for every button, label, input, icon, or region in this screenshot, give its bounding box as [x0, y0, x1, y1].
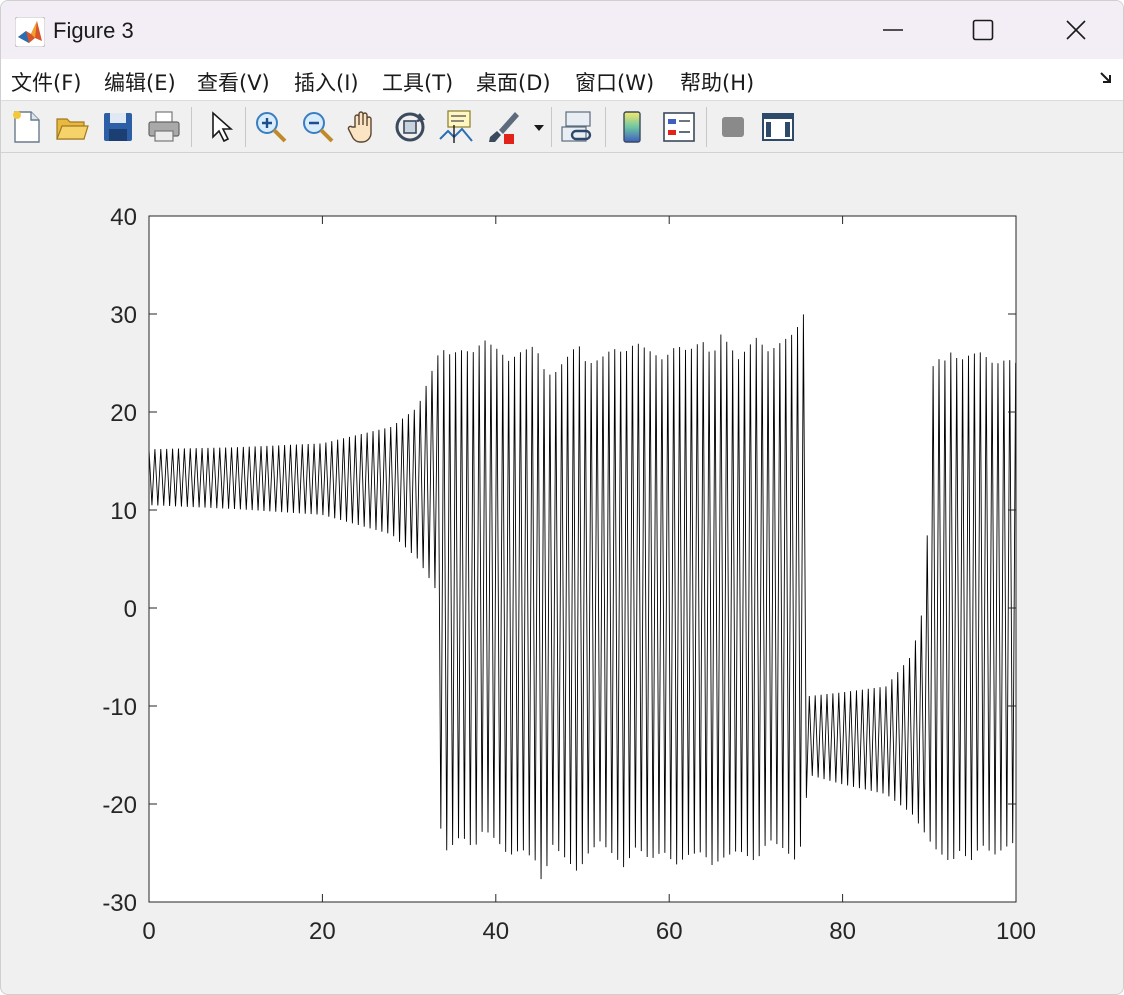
x-tick-label: 60	[656, 918, 683, 945]
figure-plot[interactable]: 0 20 40 60 80 100 -30 -20 -10 0 10 20 30 40	[1, 1, 1124, 995]
figure-window: Figure 3 文件(F) 编辑(E) 查看(V) 插入(I) 工具(T) 桌…	[0, 0, 1124, 995]
y-tick-label: -30	[102, 890, 137, 917]
x-tick-label: 100	[996, 918, 1036, 945]
x-tick-label: 40	[482, 918, 509, 945]
y-tick-label: -10	[102, 694, 137, 721]
y-tick-label: 40	[110, 204, 137, 231]
x-tick-label: 0	[142, 918, 155, 945]
x-tick-label: 20	[309, 918, 336, 945]
y-tick-label: 30	[110, 302, 137, 329]
y-tick-label: 20	[110, 400, 137, 427]
y-tick-label: 0	[124, 596, 137, 623]
y-tick-label: -20	[102, 792, 137, 819]
y-tick-label: 10	[110, 498, 137, 525]
x-tick-label: 80	[829, 918, 856, 945]
